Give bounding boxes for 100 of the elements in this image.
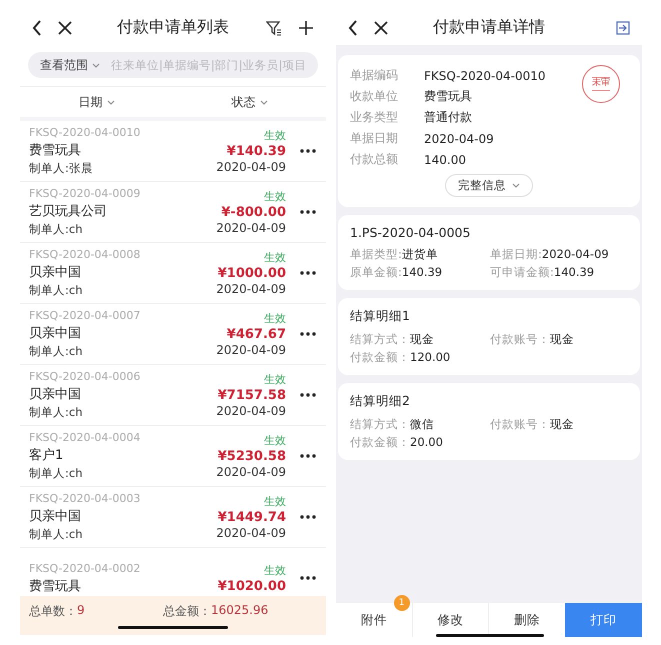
creator-text: 制单人:ch (29, 405, 84, 420)
field-value: 140.39 (402, 265, 442, 279)
field-value: 140.00 (424, 152, 466, 166)
card-title: 1.PS-2020-04-0005 (350, 225, 472, 240)
screen-title: 付款申请单详情 (433, 17, 545, 36)
field-label: 结算方式： (350, 417, 410, 431)
date-text: 2020-04-09 (216, 221, 286, 235)
field-value: FKSQ-2020-04-0010 (424, 68, 546, 82)
card-title: 结算明细2 (350, 393, 411, 410)
field-label: 可申请金额: (490, 265, 554, 279)
status-text: 生效 (264, 189, 286, 204)
field-label: 单据日期: (490, 247, 542, 261)
field-value: 140.39 (554, 265, 594, 279)
field-value: 2020-04-09 (542, 247, 609, 261)
field-value: 20.00 (410, 435, 443, 449)
screen-title: 付款申请单列表 (117, 17, 229, 36)
more-icon[interactable] (300, 393, 316, 397)
creator-text: 制单人:张晨 (29, 161, 94, 176)
field-value: 微信 (410, 417, 434, 431)
partner-name: 贝亲中国 (29, 264, 82, 281)
total-label: 总金额： (162, 603, 211, 620)
field-value: 现金 (550, 417, 574, 431)
more-info-button[interactable]: 完整信息 (445, 174, 533, 197)
field-label: 单据类型: (350, 247, 402, 261)
date-text: 2020-04-09 (216, 465, 286, 479)
partner-name: 贝亲中国 (29, 508, 82, 525)
field-value: 费雪玩具 (424, 88, 472, 105)
partner-name: 贝亲中国 (29, 325, 82, 342)
print-button[interactable]: 打印 (565, 603, 642, 637)
field-value: 现金 (410, 332, 434, 346)
document-number: FKSQ-2020-04-0003 (29, 492, 142, 505)
creator-text: 制单人:ch (29, 527, 84, 542)
field-value: 普通付款 (424, 109, 472, 126)
creator-text: 制单人:ch (29, 222, 84, 237)
close-icon[interactable] (374, 20, 388, 34)
back-icon[interactable] (32, 20, 42, 36)
creator-text: 制单人:ch (29, 283, 84, 298)
field-label: 付款金额： (350, 435, 410, 449)
count-value: 9 (77, 603, 85, 619)
amount-text: ¥140.39 (226, 144, 286, 159)
card-title: 结算明细1 (350, 308, 411, 325)
field-label: 付款账号： (490, 417, 550, 431)
date-text: 2020-04-09 (216, 160, 286, 174)
caret-icon (92, 62, 100, 68)
amount-text: ¥7157.58 (218, 388, 286, 403)
field-value: 2020-04-09 (424, 132, 494, 146)
document-number: FKSQ-2020-04-0008 (29, 248, 142, 261)
caret-icon (260, 100, 268, 104)
field-label: 结算方式： (350, 332, 410, 346)
document-number: FKSQ-2020-04-0002 (29, 562, 142, 574)
exit-icon[interactable] (616, 20, 630, 34)
column-sort[interactable]: 状态 (232, 94, 256, 110)
document-number: FKSQ-2020-04-0010 (29, 126, 142, 139)
status-text: 生效 (264, 433, 286, 448)
status-text: 生效 (264, 562, 286, 578)
creator-text: 制单人:ch (29, 344, 84, 359)
date-text: 2020-04-09 (216, 404, 286, 418)
more-icon[interactable] (300, 332, 316, 336)
scope-selector[interactable]: 查看范围 (40, 56, 88, 74)
field-label: 收款单位 (350, 88, 399, 105)
caret-icon (512, 183, 520, 188)
date-text: 2020-04-09 (216, 343, 286, 357)
status-text: 生效 (264, 128, 286, 143)
date-text: 2020-04-09 (216, 526, 286, 540)
partner-name: 贝亲中国 (29, 386, 82, 403)
field-label: 业务类型 (350, 109, 399, 126)
field-label: 原单金额: (350, 265, 402, 279)
close-icon[interactable] (58, 20, 72, 34)
search-field[interactable]: 查看范围 往来单位|单据编号|部门|业务员|项目 (28, 52, 318, 78)
amount-text: ¥467.67 (226, 327, 286, 342)
document-number: FKSQ-2020-04-0004 (29, 431, 142, 444)
partner-name: 费雪玩具 (29, 142, 82, 159)
column-sort[interactable]: 日期 (78, 94, 102, 110)
caret-icon (106, 100, 114, 104)
amount-text: ¥1449.74 (218, 510, 286, 525)
field-label: 付款总额 (350, 151, 399, 168)
date-text: 2020-04-09 (216, 282, 286, 296)
document-number: FKSQ-2020-04-0009 (29, 187, 142, 200)
status-text: 生效 (264, 372, 286, 387)
field-value: 进货单 (402, 247, 438, 261)
approval-stamp: 未审 (582, 65, 620, 103)
more-icon[interactable] (300, 454, 316, 458)
add-icon[interactable] (298, 20, 314, 36)
field-label: 付款账号： (490, 332, 550, 346)
more-icon[interactable] (300, 149, 316, 153)
amount-text: ¥5230.58 (218, 449, 286, 464)
field-value: 现金 (550, 332, 574, 346)
status-text: 生效 (264, 250, 286, 265)
field-label: 单据编码 (350, 67, 399, 84)
filter-icon[interactable] (266, 20, 282, 36)
field-label: 单据日期 (350, 130, 399, 147)
more-icon[interactable] (300, 210, 316, 214)
more-icon[interactable] (300, 271, 316, 275)
back-icon[interactable] (348, 20, 358, 36)
more-icon[interactable] (300, 515, 316, 519)
field-value: 120.00 (410, 350, 450, 364)
creator-text: 制单人:ch (29, 466, 84, 481)
partner-name: 费雪玩具 (29, 578, 82, 594)
field-label: 付款金额： (350, 350, 410, 364)
more-icon[interactable] (300, 576, 316, 580)
